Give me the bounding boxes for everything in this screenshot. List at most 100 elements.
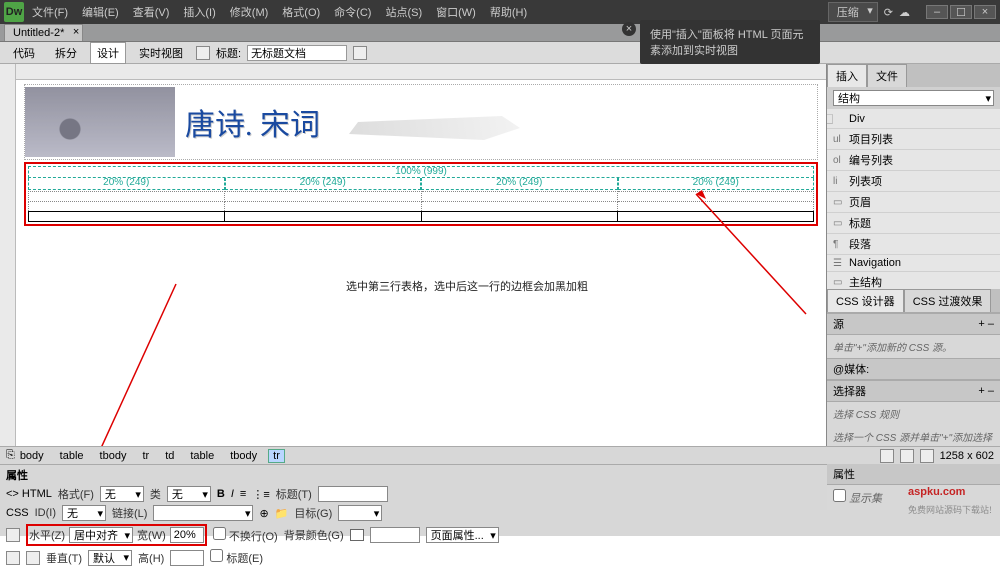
page-banner: 唐诗. 宋词: [24, 84, 818, 160]
class-select[interactable]: 无: [167, 486, 211, 502]
menu-window[interactable]: 窗口(W): [436, 4, 476, 20]
menu-format[interactable]: 格式(O): [282, 4, 320, 20]
hint-close-icon[interactable]: ×: [622, 22, 636, 36]
show-set-label: 显示集: [833, 493, 882, 505]
nowrap-checkbox[interactable]: [213, 527, 226, 540]
maximize-button[interactable]: ☐: [950, 5, 972, 19]
ul-button[interactable]: ≡: [240, 488, 246, 500]
refresh-icon[interactable]: [353, 46, 367, 60]
merge-cells-icon[interactable]: [6, 551, 20, 565]
tag-selector: ⎘ body table tbody tr td table tbody tr …: [0, 446, 1000, 464]
link-select[interactable]: [153, 505, 253, 521]
insert-category[interactable]: 结构: [833, 90, 994, 106]
zoom-tool-icon[interactable]: [920, 449, 934, 463]
menu-help[interactable]: 帮助(H): [490, 4, 527, 20]
insert-item-heading[interactable]: ▭标题: [827, 213, 1000, 234]
header-chk-label: 标题(E): [210, 549, 263, 566]
target-select[interactable]: [338, 505, 382, 521]
cloud-icon[interactable]: ☁: [899, 6, 910, 19]
vert-select[interactable]: 默认: [88, 550, 132, 566]
menu-site[interactable]: 站点(S): [385, 4, 422, 20]
tag-body[interactable]: body: [15, 449, 49, 463]
table-highlight-box: 100% (999) 20% (249) 20% (249) 20% (249)…: [24, 162, 818, 226]
height-input[interactable]: [170, 550, 204, 566]
menu-insert[interactable]: 插入(I): [183, 4, 215, 20]
tag-table2[interactable]: table: [185, 449, 219, 463]
close-button[interactable]: ×: [974, 5, 996, 19]
panel-tab-insert[interactable]: 插入: [827, 64, 867, 87]
design-canvas[interactable]: 唐诗. 宋词 100% (999) 20% (249) 20% (249) 20…: [16, 64, 826, 446]
nowrap-label: 不换行(O): [213, 527, 278, 544]
panel-tab-css-designer[interactable]: CSS 设计器: [827, 289, 904, 312]
format-select[interactable]: 无: [100, 486, 144, 502]
tag-td[interactable]: td: [160, 449, 179, 463]
highlight-align-width: 水平(Z) 居中对齐 宽(W): [26, 524, 207, 546]
id-select[interactable]: 无: [62, 505, 106, 521]
document-tab[interactable]: Untitled-2* ×: [4, 24, 83, 41]
header-checkbox[interactable]: [210, 549, 223, 562]
select-tool-icon[interactable]: [880, 449, 894, 463]
width-input[interactable]: [170, 527, 204, 543]
menu-commands[interactable]: 命令(C): [334, 4, 371, 20]
browse-icon[interactable]: 📁: [275, 507, 289, 520]
menu-edit[interactable]: 编辑(E): [82, 4, 119, 20]
tag-selector-icon[interactable]: ⎘: [6, 449, 15, 462]
insert-item-paragraph[interactable]: ¶段落: [827, 234, 1000, 255]
menu-bar: Dw 文件(F) 编辑(E) 查看(V) 插入(I) 修改(M) 格式(O) 命…: [0, 0, 1000, 24]
view-code[interactable]: 代码: [6, 42, 42, 64]
italic-button[interactable]: I: [231, 488, 234, 500]
ol-button[interactable]: ⋮≡: [252, 488, 269, 501]
html-mode[interactable]: <> HTML: [6, 488, 52, 500]
sync-icon[interactable]: ⟳: [884, 6, 893, 19]
point-to-file-icon[interactable]: ⊕: [259, 507, 268, 520]
menu-file[interactable]: 文件(F): [32, 4, 68, 20]
hint-popup: × 使用"插入"面板将 HTML 页面元素添加到实时视图: [640, 20, 820, 64]
inspect-icon[interactable]: [196, 46, 210, 60]
split-cells-icon[interactable]: [26, 551, 40, 565]
height-label: 高(H): [138, 550, 164, 566]
insert-item-div[interactable]: ⃞Div: [827, 109, 1000, 129]
insert-item-main[interactable]: ▭主结构: [827, 272, 1000, 289]
tag-tbody2[interactable]: tbody: [225, 449, 262, 463]
title-attr-input[interactable]: [318, 486, 388, 502]
workspace-switcher[interactable]: 压缩: [828, 2, 878, 22]
css-selectors-header: 选择器: [833, 383, 866, 399]
insert-item-nav[interactable]: ☰Navigation: [827, 255, 1000, 272]
document-tab-label: Untitled-2*: [13, 27, 64, 39]
tag-tbody[interactable]: tbody: [95, 449, 132, 463]
view-live[interactable]: 实时视图: [132, 42, 190, 64]
add-source-button[interactable]: + –: [978, 318, 994, 330]
menu-view[interactable]: 查看(V): [133, 4, 170, 20]
horiz-select[interactable]: 居中对齐: [69, 527, 133, 543]
tag-table[interactable]: table: [55, 449, 89, 463]
menu-modify[interactable]: 修改(M): [230, 4, 269, 20]
format-label: 格式(F): [58, 486, 94, 502]
insert-item-li[interactable]: li列表项: [827, 171, 1000, 192]
add-selector-button[interactable]: + –: [978, 385, 994, 397]
doc-title-input[interactable]: [247, 45, 347, 61]
close-icon[interactable]: ×: [73, 26, 79, 38]
bg-color-input[interactable]: [370, 527, 420, 543]
css-mode[interactable]: CSS: [6, 507, 29, 519]
tag-tr-current[interactable]: tr: [268, 449, 285, 463]
bold-button[interactable]: B: [217, 488, 225, 500]
panel-tab-css-transitions[interactable]: CSS 过渡效果: [904, 289, 992, 312]
bg-color-chip[interactable]: [350, 529, 364, 541]
insert-item-ul[interactable]: ul项目列表: [827, 129, 1000, 150]
tag-tr[interactable]: tr: [137, 449, 154, 463]
minimize-button[interactable]: –: [926, 5, 948, 19]
css-properties-header: 属性: [833, 466, 855, 482]
hand-tool-icon[interactable]: [900, 449, 914, 463]
table-width-ruler: 100% (999): [28, 166, 814, 178]
insert-item-header[interactable]: ▭页眉: [827, 192, 1000, 213]
insert-item-list: ⃞Div ul项目列表 ol编号列表 li列表项 ▭页眉 ▭标题 ¶段落 ☰Na…: [827, 109, 1000, 289]
cell-icon[interactable]: [6, 528, 20, 542]
layout-table[interactable]: [28, 191, 814, 222]
view-split[interactable]: 拆分: [48, 42, 84, 64]
page-properties-button[interactable]: 页面属性...: [426, 527, 499, 543]
insert-item-ol[interactable]: ol编号列表: [827, 150, 1000, 171]
canvas-dimensions: 1258 x 602: [940, 450, 994, 462]
view-design[interactable]: 设计: [90, 42, 126, 64]
panel-tab-files[interactable]: 文件: [867, 64, 907, 87]
show-set-checkbox[interactable]: [833, 489, 846, 502]
